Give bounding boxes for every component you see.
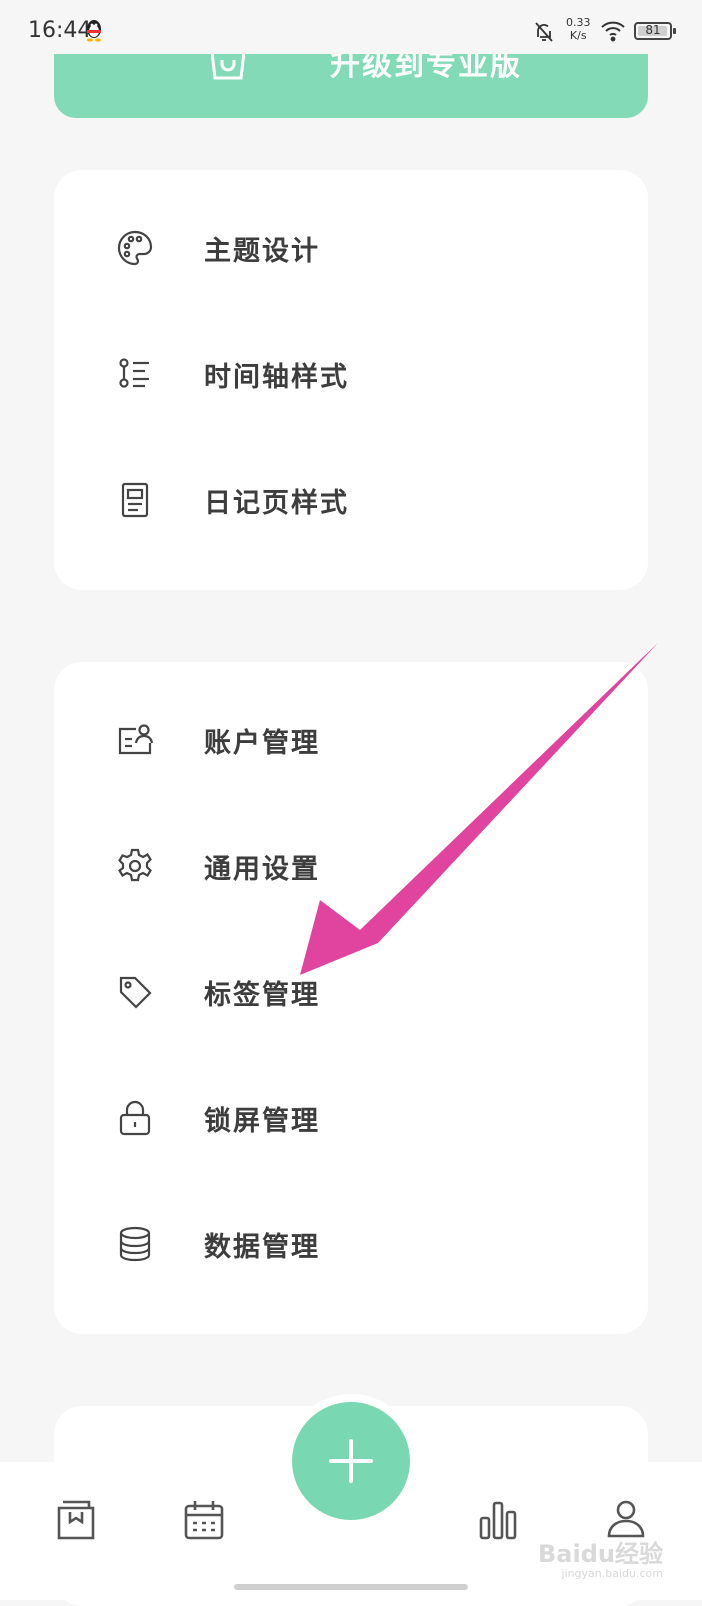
general-settings-card: 账户管理 通用设置 标签管理 锁屏管理 数据管理 [54,662,648,1334]
watermark-brand: Baidu经验 [538,1540,663,1568]
battery-indicator: 81 [634,22,676,40]
status-time: 16:44 [28,18,92,43]
menu-item-label: 锁屏管理 [204,1106,320,1137]
menu-item-timeline-style[interactable]: 时间轴样式 [54,311,648,437]
upgrade-pro-label: 升级到专业版 [330,54,522,83]
timeline-icon [119,358,149,388]
menu-item-tag-management[interactable]: 标签管理 [54,929,648,1055]
net-speed-value: 0.33 [566,16,591,29]
menu-item-diary-page-style[interactable]: 日记页样式 [54,437,648,563]
lock-icon [119,1100,151,1136]
gear-icon [118,848,152,882]
diary-book-icon[interactable] [54,1498,98,1542]
calendar-icon[interactable] [182,1498,226,1542]
watermark-url: jingyan.baidu.com [561,1567,663,1580]
shop-bag-icon [210,54,246,80]
menu-item-label: 主题设计 [204,236,320,267]
menu-item-lock-screen[interactable]: 锁屏管理 [54,1055,648,1181]
menu-item-label: 标签管理 [204,980,320,1011]
qq-icon [87,20,101,42]
menu-item-label: 数据管理 [204,1232,320,1263]
home-indicator[interactable] [234,1584,468,1590]
menu-item-label: 时间轴样式 [204,362,349,393]
wifi-icon [601,21,625,42]
menu-item-general-settings[interactable]: 通用设置 [54,803,648,929]
baidu-watermark: Baidu经验 jingyan.baidu.com [538,1534,663,1580]
page-icon [121,482,149,518]
tag-icon [119,976,152,1009]
bell-off-icon [535,22,553,42]
database-icon [119,1226,151,1262]
account-card-icon [118,724,154,755]
menu-item-label: 账户管理 [204,728,320,759]
add-icon [292,1402,410,1520]
menu-item-label: 通用设置 [204,854,320,885]
net-speed: 0.33 K/s [566,16,591,42]
menu-item-account[interactable]: 账户管理 [54,677,648,803]
menu-item-theme-design[interactable]: 主题设计 [54,185,648,311]
battery-level: 81 [645,23,661,37]
palette-icon [117,230,153,266]
menu-item-label: 日记页样式 [204,488,349,519]
stats-icon[interactable] [476,1498,520,1542]
net-speed-unit: K/s [569,29,587,42]
display-settings-card: 主题设计 时间轴样式 日记页样式 [54,170,648,590]
menu-item-data-management[interactable]: 数据管理 [54,1181,648,1307]
add-entry-button[interactable] [284,1394,418,1528]
upgrade-pro-button[interactable]: 升级到专业版 [54,54,648,118]
